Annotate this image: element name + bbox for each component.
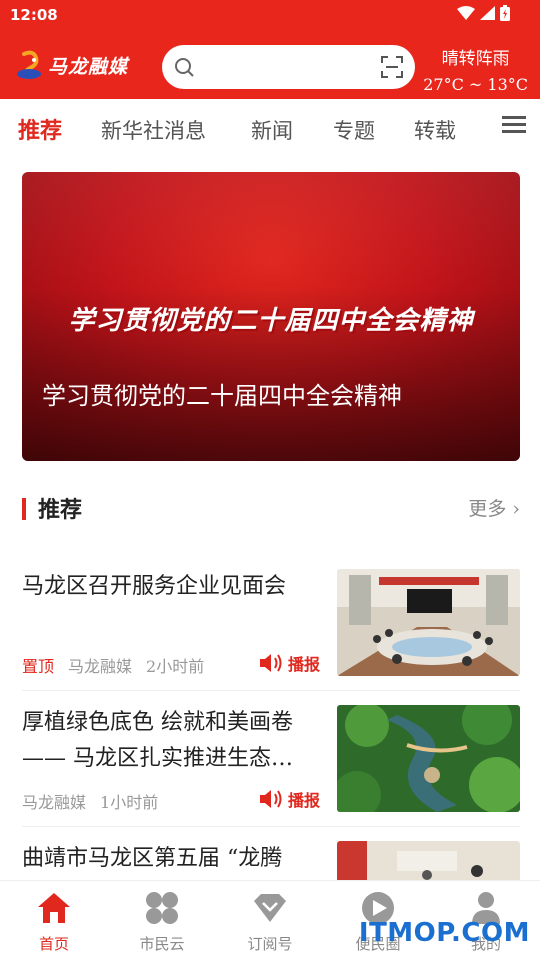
section-header: 推荐 更多 › — [22, 492, 520, 524]
menu-icon[interactable] — [502, 116, 526, 134]
nav-subscription-label: 订阅号 — [247, 935, 293, 953]
news-headline: 曲靖市马龙区第五届 “龙腾 — [22, 846, 283, 871]
news-item[interactable]: 曲靖市马龙区第五届 “龙腾 — [22, 841, 520, 880]
weather-condition: 晴转阵雨 — [441, 49, 510, 69]
search-box[interactable] — [162, 45, 415, 89]
speaker-icon — [260, 790, 282, 808]
app-logo: 马龙融媒 — [16, 50, 128, 80]
tab-news[interactable]: 新闻 — [251, 115, 293, 145]
tab-reprint[interactable]: 转载 — [414, 115, 456, 145]
banner-art-text: 学习贯彻党的二十届四中全会精神 — [68, 306, 474, 336]
play-audio-button[interactable]: 播报 — [258, 651, 320, 675]
watermark: ITMOP.COM — [358, 918, 530, 948]
battery-icon — [500, 5, 510, 21]
nav-home[interactable]: 首页 — [0, 889, 108, 954]
more-label: 更多 — [468, 498, 507, 520]
search-input[interactable] — [206, 53, 366, 81]
news-thumbnail — [337, 841, 520, 880]
gym-event-image — [337, 841, 520, 880]
news-meta: 置顶 马龙融媒 2小时前 — [22, 653, 204, 677]
news-meta: 马龙融媒 1小时前 — [22, 789, 158, 813]
nav-home-label: 首页 — [38, 935, 69, 953]
tab-xinhua[interactable]: 新华社消息 — [101, 115, 206, 145]
home-icon — [38, 893, 70, 923]
clover-icon — [146, 892, 178, 924]
news-source: 马龙融媒 — [22, 793, 87, 812]
section-title: 推荐 — [38, 498, 83, 523]
divider — [22, 826, 520, 827]
weather-temp: 27°C ~ 13°C — [423, 75, 528, 94]
news-time: 2小时前 — [146, 657, 205, 676]
nav-citizen-cloud-label: 市民云 — [139, 935, 185, 953]
diamond-icon — [254, 894, 286, 922]
nav-subscription[interactable]: 订阅号 — [216, 889, 324, 954]
banner-caption: 学习贯彻党的二十届四中全会精神 — [42, 382, 402, 410]
chevron-right-icon: › — [512, 498, 520, 520]
search-icon — [175, 58, 194, 77]
news-headline: 马龙区召开服务企业见面会 — [22, 574, 287, 599]
news-headline: 厚植绿色底色 绘就和美画卷 —— 马龙区扎实推进生态… — [22, 710, 293, 771]
green-park-image — [337, 705, 520, 812]
pinned-badge: 置顶 — [22, 657, 55, 676]
news-item[interactable]: 马龙区召开服务企业见面会 置顶 马龙融媒 2小时前 播报 — [22, 569, 520, 676]
divider — [22, 690, 520, 691]
logo-text: 马龙融媒 — [48, 55, 129, 78]
news-item[interactable]: 厚植绿色底色 绘就和美画卷 —— 马龙区扎实推进生态… 马龙融媒 1小时前 播报 — [22, 705, 520, 812]
play-audio-button[interactable]: 播报 — [258, 787, 320, 811]
nav-citizen-cloud[interactable]: 市民云 — [108, 889, 216, 954]
tab-recommend[interactable]: 推荐 — [18, 113, 62, 145]
news-time: 1小时前 — [100, 793, 159, 812]
news-thumbnail — [337, 705, 520, 812]
status-icons — [457, 5, 510, 21]
more-link[interactable]: 更多 › — [468, 494, 520, 521]
meeting-room-image — [337, 569, 520, 676]
play-label: 播报 — [288, 655, 321, 674]
channel-tabs: 推荐 新华社消息 新闻 专题 转载 — [0, 99, 540, 163]
play-label: 播报 — [288, 791, 321, 810]
tab-special[interactable]: 专题 — [333, 115, 375, 145]
scan-icon[interactable] — [381, 56, 403, 78]
news-thumbnail — [337, 569, 520, 676]
logo-mark-icon — [17, 50, 41, 79]
feature-banner[interactable]: 学习贯彻党的二十届四中全会精神 学习贯彻党的二十届四中全会精神 — [22, 172, 520, 461]
speaker-icon — [260, 654, 282, 672]
app-header: 12:08 马龙融媒 晴转阵雨 27°C ~ 13°C — [0, 0, 540, 99]
weather-widget[interactable]: 晴转阵雨 27°C ~ 13°C — [423, 44, 528, 94]
section-accent-bar — [22, 498, 26, 520]
signal-icon — [480, 6, 495, 20]
wifi-icon — [457, 6, 475, 20]
news-source: 马龙融媒 — [68, 657, 133, 676]
status-time: 12:08 — [10, 6, 58, 24]
